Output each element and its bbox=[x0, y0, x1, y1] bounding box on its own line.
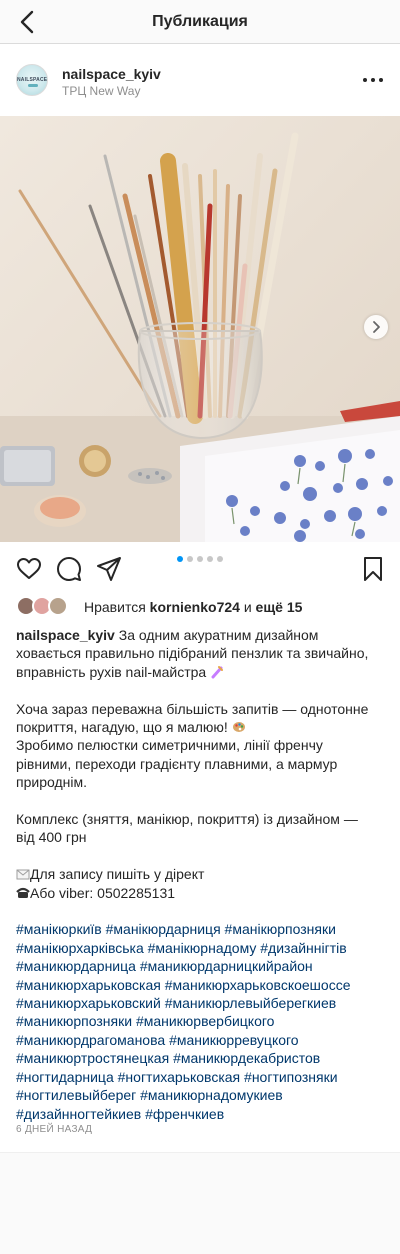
post-photo[interactable] bbox=[0, 116, 400, 542]
hashtag-line: #маникюрпозняки #маникюрвербицкого bbox=[16, 1012, 386, 1030]
caption-line: покриття, нагадую, що я малюю! bbox=[16, 718, 386, 736]
avatar[interactable]: NAILSPACE bbox=[16, 64, 48, 96]
hashtag-link[interactable]: #ногтидарница bbox=[16, 1069, 114, 1085]
hashtag-link[interactable]: #маникюрдарница bbox=[16, 958, 136, 974]
hashtag-line: #маникюрдрагоманова #маникюрревуцкого bbox=[16, 1031, 386, 1049]
top-bar: Публикация bbox=[0, 0, 400, 44]
nail-polish-emoji-icon bbox=[211, 665, 224, 679]
page-footer-area bbox=[0, 1152, 400, 1254]
hashtag-link[interactable]: #манікюркиїв bbox=[16, 921, 102, 937]
carousel-dot bbox=[197, 556, 203, 562]
page-title: Публикация bbox=[152, 13, 248, 30]
caption-line: nailspace_kyiv За одним акуратним дизайн… bbox=[16, 626, 386, 644]
caption-line: Або viber: 0502285131 bbox=[16, 884, 386, 902]
caption-text: вправність рухів nail-майстра bbox=[16, 663, 207, 680]
avatar-logo-text: NAILSPACE bbox=[17, 77, 48, 83]
liker-username[interactable]: kornienko724 bbox=[150, 599, 240, 615]
hashtag-link[interactable]: #маникюрдрагоманова bbox=[16, 1032, 165, 1048]
hashtag-link[interactable]: #ногтипозняки bbox=[244, 1069, 338, 1085]
hashtag-link[interactable]: #маникюрвербицкого bbox=[136, 1013, 275, 1029]
hashtag-link[interactable]: #манікюрпозняки bbox=[225, 921, 336, 937]
hashtag-link[interactable]: #манікюрнадому bbox=[148, 940, 257, 956]
caption-blank-line bbox=[16, 902, 386, 920]
hashtag-line: #ногтидарница #ногтихарьковская #ногтипо… bbox=[16, 1068, 386, 1086]
carousel-dot bbox=[177, 556, 183, 562]
hashtag-link[interactable]: #маникюрревуцкого bbox=[169, 1032, 299, 1048]
liker-avatar bbox=[48, 596, 68, 616]
caption-line: ховається правильно підібраний пензлик т… bbox=[16, 645, 369, 662]
hashtag-link[interactable]: #дизайнногтейкиев bbox=[16, 1106, 141, 1122]
caption-blank-line bbox=[16, 681, 386, 699]
post-actions bbox=[0, 542, 400, 596]
caption-line: вправність рухів nail-майстра bbox=[16, 663, 386, 681]
hashtag-link[interactable]: #ногтихарьковская bbox=[118, 1069, 241, 1085]
carousel-dot bbox=[207, 556, 213, 562]
post-username[interactable]: nailspace_kyiv bbox=[62, 66, 161, 82]
hashtag-link[interactable]: #френчкиев bbox=[145, 1106, 224, 1122]
post-caption: nailspace_kyiv За одним акуратним дизайн… bbox=[16, 626, 386, 1123]
hashtag-link[interactable]: #манікюрдарниця bbox=[106, 921, 221, 937]
envelope-emoji-icon bbox=[16, 869, 30, 880]
caption-blank-line bbox=[16, 847, 386, 865]
bookmark-icon[interactable] bbox=[360, 556, 386, 582]
hashtag-line: #маникюрхарьковский #маникюрлевыйберегки… bbox=[16, 994, 386, 1012]
hashtag-line: #дизайнногтейкиев #френчкиев bbox=[16, 1105, 386, 1123]
palette-emoji-icon bbox=[232, 722, 245, 733]
caption-text: Для запису пишіть у дірект bbox=[30, 866, 205, 883]
photo-illustration bbox=[0, 116, 400, 542]
hashtag-link[interactable]: #дизайннігтів bbox=[260, 940, 346, 956]
avatar-logo-mark bbox=[28, 84, 38, 87]
telephone-emoji-icon bbox=[16, 887, 30, 898]
hashtag-link[interactable]: #маникюрхарьковская bbox=[16, 977, 161, 993]
likes-text[interactable]: Нравится kornienko724 и ещё 15 bbox=[84, 599, 302, 615]
post-timestamp: 6 ДНЕЙ НАЗАД bbox=[16, 1124, 93, 1135]
caption-text: покриття, нагадую, що я малюю! bbox=[16, 719, 228, 736]
carousel-next-button[interactable] bbox=[364, 315, 388, 339]
chevron-right-icon bbox=[373, 321, 380, 333]
hashtag-link[interactable]: #маникюрдарницкийрайон bbox=[140, 958, 313, 974]
hashtag-link[interactable]: #маникюрпозняки bbox=[16, 1013, 132, 1029]
hashtag-link[interactable]: #маникюрдекабристов bbox=[173, 1050, 320, 1066]
caption-text: За одним акуратним дизайном bbox=[118, 627, 319, 643]
post-header: NAILSPACE nailspace_kyiv ТРЦ New Way bbox=[0, 44, 400, 116]
caption-line: від 400 грн bbox=[16, 829, 87, 846]
hashtag-link[interactable]: #маникюрхарьковский bbox=[16, 995, 161, 1011]
likes-middle: и bbox=[243, 599, 252, 615]
hashtag-line: #маникюрхарьковская #маникюрхарьковскоеш… bbox=[16, 976, 386, 994]
carousel-dot bbox=[217, 556, 223, 562]
caption-blank-line bbox=[16, 792, 386, 810]
hashtag-line: #ногтилевыйберег #маникюрнадомукиев bbox=[16, 1086, 386, 1104]
caption-username[interactable]: nailspace_kyiv bbox=[16, 627, 115, 643]
hashtag-line: #маникюрдарница #маникюрдарницкийрайон bbox=[16, 957, 386, 975]
caption-line: Хоча зараз переважна більшість запитів —… bbox=[16, 700, 369, 717]
hashtag-line: #манікюркиїв #манікюрдарниця #манікюрпоз… bbox=[16, 920, 386, 938]
likes-prefix: Нравится bbox=[84, 599, 146, 615]
hashtag-link[interactable]: #маникюрлевыйберегкиев bbox=[165, 995, 336, 1011]
hashtag-link[interactable]: #маникюрхарьковскоешоссе bbox=[165, 977, 351, 993]
caption-line: Для запису пишіть у дірект bbox=[16, 865, 386, 883]
more-horizontal-icon[interactable] bbox=[360, 70, 386, 90]
likes-others[interactable]: ещё 15 bbox=[256, 599, 303, 615]
hashtag-link[interactable]: #маникюртростянецкая bbox=[16, 1050, 169, 1066]
caption-line: рівними, переходи градієнту плавними, а … bbox=[16, 755, 338, 772]
carousel-dot bbox=[187, 556, 193, 562]
hashtag-list: #манікюркиїв #манікюрдарниця #манікюрпоз… bbox=[16, 920, 386, 1122]
hashtag-link[interactable]: #ногтилевыйберег bbox=[16, 1087, 136, 1103]
hashtag-link[interactable]: #маникюрнадомукиев bbox=[140, 1087, 283, 1103]
caption-line: природнім. bbox=[16, 774, 87, 791]
hashtag-link[interactable]: #манікюрхарківська bbox=[16, 940, 144, 956]
caption-line: Комплекс (зняття, манікюр, покриття) із … bbox=[16, 811, 358, 828]
post-location[interactable]: ТРЦ New Way bbox=[62, 84, 140, 98]
caption-text: Або viber: 0502285131 bbox=[30, 884, 176, 901]
carousel-indicator bbox=[0, 556, 400, 562]
caption-line: Зробимо пелюстки симетричними, лінії фре… bbox=[16, 737, 323, 754]
hashtag-line: #маникюртростянецкая #маникюрдекабристов bbox=[16, 1049, 386, 1067]
hashtag-line: #манікюрхарківська #манікюрнадому #дизай… bbox=[16, 939, 386, 957]
